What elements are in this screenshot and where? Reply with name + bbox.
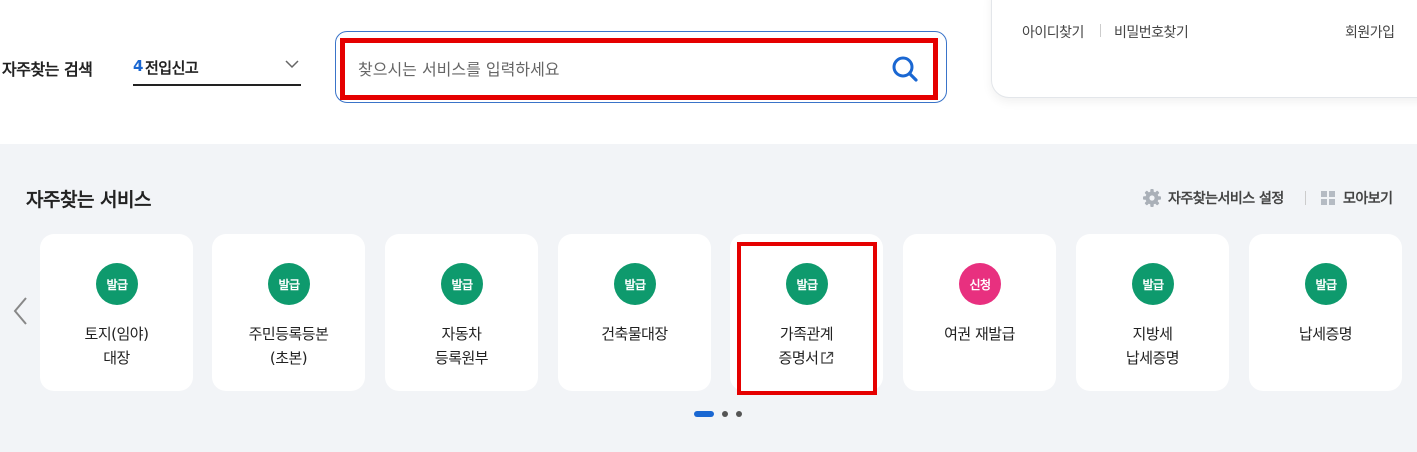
service-card[interactable]: 발급 자동차 등록원부	[385, 234, 538, 391]
service-name: 자동차 등록원부	[385, 322, 538, 370]
frequent-keyword-select[interactable]: 4 전입신고	[133, 47, 301, 86]
service-card[interactable]: 발급 납세증명	[1249, 234, 1402, 391]
pagination-dot-2[interactable]	[722, 411, 728, 417]
keyword-text: 전입신고	[145, 59, 199, 77]
service-card[interactable]: 발급 토지(임야) 대장	[40, 234, 193, 391]
pagination-dot-3[interactable]	[736, 411, 742, 417]
signup-link[interactable]: 회원가입	[1345, 22, 1395, 42]
service-card[interactable]: 발급 주민등록등본 (초본)	[212, 234, 365, 391]
service-badge: 발급	[614, 263, 656, 305]
card-highlight-box	[737, 242, 877, 395]
service-name: 건축물대장	[558, 322, 711, 346]
keyword-rank: 4	[133, 57, 144, 75]
service-badge: 발급	[96, 263, 138, 305]
login-panel	[991, 0, 1417, 98]
services-divider	[1305, 191, 1306, 205]
service-name-line1: 지방세	[1132, 325, 1173, 343]
grid-icon	[1321, 191, 1335, 205]
service-name-line2: (초본)	[269, 349, 308, 367]
view-all-label: 모아보기	[1343, 191, 1393, 207]
header-search-area: 자주찾는 검색 4 전입신고 아이디찾기 비밀번호찾기 회원가입	[0, 0, 1417, 144]
service-name-line1: 주민등록등본	[248, 325, 329, 343]
search-highlight-box	[340, 38, 938, 100]
service-card[interactable]: 발급 건축물대장	[558, 234, 711, 391]
service-card[interactable]: 신청 여권 재발급	[903, 234, 1056, 391]
service-name-line1: 납세증명	[1298, 325, 1353, 343]
find-password-link[interactable]: 비밀번호찾기	[1114, 22, 1189, 42]
chevron-down-icon	[285, 60, 299, 69]
gear-icon	[1143, 189, 1161, 207]
service-name-line2: 납세증명	[1125, 349, 1180, 367]
service-name-line1: 자동차	[441, 325, 482, 343]
services-title: 자주찾는 서비스	[26, 189, 151, 211]
service-name-line2: 대장	[103, 349, 130, 367]
pagination-dot-1[interactable]	[694, 411, 714, 417]
service-name-line1: 여권 재발급	[944, 325, 1015, 343]
service-badge: 발급	[441, 263, 483, 305]
service-name-line1: 건축물대장	[601, 325, 668, 343]
login-divider	[1100, 24, 1101, 37]
service-badge: 발급	[1132, 263, 1174, 305]
carousel-pagination	[694, 411, 742, 417]
service-badge: 발급	[268, 263, 310, 305]
service-name: 여권 재발급	[903, 322, 1056, 346]
service-name: 지방세 납세증명	[1076, 322, 1229, 370]
services-settings-label: 자주찾는서비스 설정	[1168, 191, 1284, 207]
service-badge: 신청	[959, 263, 1001, 305]
service-name: 주민등록등본 (초본)	[212, 322, 365, 370]
services-settings-button[interactable]: 자주찾는서비스 설정	[1142, 186, 1284, 210]
chevron-left-icon[interactable]	[10, 295, 30, 327]
find-id-link[interactable]: 아이디찾기	[1022, 22, 1084, 42]
view-all-button[interactable]: 모아보기	[1320, 186, 1393, 210]
service-name: 토지(임야) 대장	[40, 322, 193, 370]
service-name: 납세증명	[1249, 322, 1402, 346]
service-badge: 발급	[1305, 263, 1347, 305]
frequent-search-label: 자주찾는 검색	[2, 60, 93, 79]
service-card[interactable]: 발급 지방세 납세증명	[1076, 234, 1229, 391]
service-name-line1: 토지(임야)	[84, 325, 149, 343]
service-name-line2: 등록원부	[434, 349, 489, 367]
